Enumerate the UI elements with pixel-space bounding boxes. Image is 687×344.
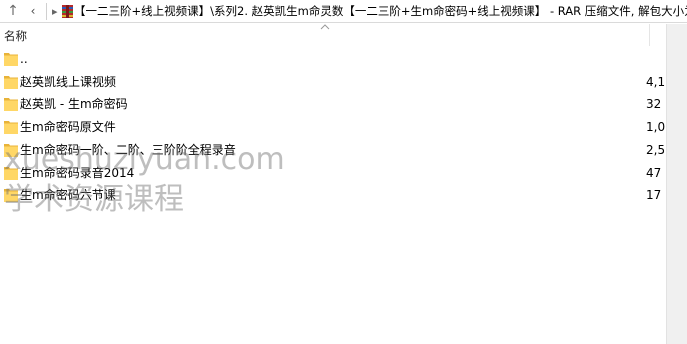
folder-icon xyxy=(4,189,18,203)
file-name: 生m命密码一阶、二阶、三阶阶全程录音 xyxy=(20,142,236,157)
file-size: 1,0 xyxy=(646,120,666,135)
address-bar: ↑ ‹ ▸ 【一二三阶+线上视频课】\系列2. 赵英凯生m命灵数【一二三阶+生m… xyxy=(0,0,687,23)
file-size: 17 xyxy=(646,188,662,203)
file-name: .. xyxy=(20,52,28,66)
file-size: 2,5 xyxy=(646,142,666,157)
vertical-scrollbar[interactable] xyxy=(666,24,687,344)
file-name: 赵英凯 - 生m命密码 xyxy=(20,97,128,112)
file-size: 32 xyxy=(646,97,662,112)
folder-icon xyxy=(4,143,18,157)
column-divider[interactable] xyxy=(649,24,650,46)
list-item[interactable]: 赵英凯 - 生m命密码 32 xyxy=(0,93,666,115)
folder-icon xyxy=(4,75,18,89)
file-size: 4,1 xyxy=(646,74,666,89)
list-item[interactable]: 生m命密码一阶、二阶、三阶阶全程录音 2,5 xyxy=(0,139,666,161)
up-arrow-icon[interactable]: ↑ xyxy=(3,2,23,20)
list-item[interactable]: 生m命密码原文件 1,0 xyxy=(0,116,666,138)
column-name-header[interactable]: 名称 xyxy=(4,28,27,44)
chevron-right-icon[interactable]: ▸ xyxy=(52,3,62,20)
list-item[interactable]: .. xyxy=(0,48,666,70)
back-chevron-icon[interactable]: ‹ xyxy=(26,2,40,20)
file-name: 生m命密码录音2014 xyxy=(20,165,135,180)
rar-archive-icon xyxy=(62,5,73,18)
file-name: 生m命密码原文件 xyxy=(20,120,116,135)
folder-icon xyxy=(4,53,18,66)
address-path[interactable]: 【一二三阶+线上视频课】\系列2. 赵英凯生m命灵数【一二三阶+生m命密码+线上… xyxy=(74,3,687,20)
file-size: 47 xyxy=(646,165,662,180)
list-item[interactable]: 生m命密码录音2014 47 xyxy=(0,162,666,184)
sort-chevron-up-icon xyxy=(320,24,330,30)
folder-icon xyxy=(4,166,18,180)
folder-icon xyxy=(4,98,18,112)
file-name: 赵英凯线上课视频 xyxy=(20,74,117,89)
divider xyxy=(46,3,47,20)
folder-icon xyxy=(4,121,18,135)
list-item[interactable]: 赵英凯线上课视频 4,1 xyxy=(0,71,666,93)
column-header: 名称 xyxy=(0,24,687,46)
file-name: 生m命密码六节课 xyxy=(20,188,116,203)
list-item[interactable]: 生m命密码六节课 17 xyxy=(0,184,666,206)
